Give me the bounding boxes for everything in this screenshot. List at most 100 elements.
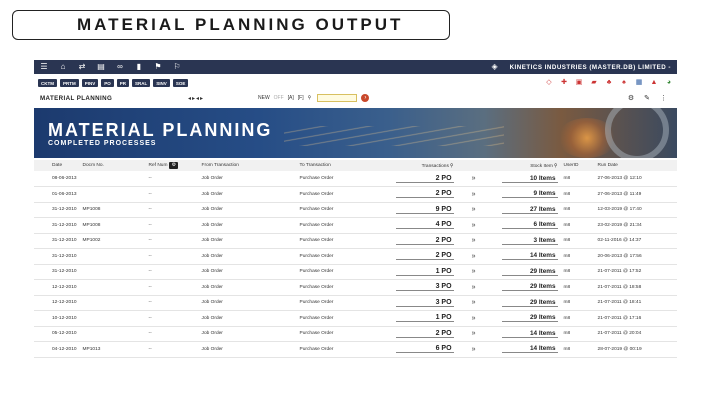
- double-chevron-icon[interactable]: »: [472, 206, 476, 213]
- double-chevron-icon[interactable]: »: [472, 222, 476, 229]
- map-icon[interactable]: ▤: [97, 63, 105, 71]
- cell-stock[interactable]: 29 Items: [501, 283, 558, 292]
- module-button-sral[interactable]: SRAL: [132, 79, 151, 87]
- cell-docm[interactable]: [80, 280, 146, 296]
- first-icon[interactable]: ◂: [196, 95, 199, 102]
- cell-stock[interactable]: 6 Items: [501, 221, 558, 230]
- double-chevron-icon[interactable]: »: [472, 299, 476, 306]
- cell-docm[interactable]: MP1008: [80, 202, 146, 218]
- double-chevron-icon[interactable]: »: [472, 330, 476, 337]
- home-icon[interactable]: ⌂: [59, 63, 67, 71]
- module-button-po[interactable]: PO: [101, 79, 114, 87]
- cell-transactions[interactable]: 1 PO: [395, 268, 454, 276]
- more-icon[interactable]: ⋮: [660, 94, 667, 102]
- filter-off[interactable]: OFF: [274, 95, 284, 101]
- table-row[interactable]: 12-12-2010 -- Job Order Purchase Order 3 PO »…: [34, 280, 677, 296]
- grid-icon[interactable]: ▦: [635, 79, 643, 87]
- cell-docm[interactable]: [80, 249, 146, 265]
- cell-docm[interactable]: [80, 295, 146, 311]
- col-ref[interactable]: Ref Num ⚙: [146, 160, 199, 171]
- search-icon[interactable]: ⚲: [308, 95, 312, 101]
- double-chevron-icon[interactable]: »: [472, 284, 476, 291]
- module-button-cktm[interactable]: CKTM: [38, 79, 57, 87]
- cell-docm[interactable]: [80, 171, 146, 187]
- cell-docm[interactable]: [80, 326, 146, 342]
- cell-stock[interactable]: 29 Items: [501, 299, 558, 307]
- col-run[interactable]: Run Date: [595, 160, 677, 171]
- cell-transactions[interactable]: 3 PO: [395, 283, 454, 292]
- cart-icon[interactable]: ✚: [560, 79, 568, 87]
- search-icon[interactable]: ⚲: [450, 163, 454, 169]
- company-name[interactable]: KINETICS INDUSTRIES (MASTER.DB) LIMITED …: [510, 64, 671, 71]
- cell-docm[interactable]: MP1008: [80, 218, 146, 234]
- go-button[interactable]: ›: [361, 94, 370, 102]
- diamond-icon[interactable]: ◇: [545, 79, 553, 87]
- cell-docm[interactable]: [80, 264, 146, 280]
- menu-icon[interactable]: ☰: [40, 63, 48, 71]
- swap-icon[interactable]: ⇄: [78, 63, 86, 71]
- double-chevron-icon[interactable]: »: [472, 237, 476, 244]
- double-chevron-icon[interactable]: »: [472, 315, 476, 322]
- cell-stock[interactable]: 3 Items: [501, 237, 558, 245]
- cell-stock[interactable]: 14 Items: [501, 330, 558, 338]
- double-chevron-icon[interactable]: »: [472, 253, 476, 260]
- filter-all[interactable]: [A]: [288, 95, 294, 101]
- col-from[interactable]: From Transaction: [199, 160, 297, 171]
- col-user[interactable]: UserID: [561, 160, 595, 171]
- cell-transactions[interactable]: 1 PO: [395, 314, 454, 323]
- pie-icon[interactable]: ◕: [665, 79, 673, 87]
- col-date[interactable]: Date: [34, 160, 80, 171]
- table-row[interactable]: 01-06-2013 -- Job Order Purchase Order 2 PO »…: [34, 187, 677, 203]
- search-icon[interactable]: ⚲: [554, 163, 558, 169]
- gear-icon[interactable]: ⚙: [628, 94, 634, 102]
- cell-stock[interactable]: 29 Items: [501, 268, 558, 276]
- cell-stock[interactable]: 14 Items: [501, 345, 558, 354]
- cell-stock[interactable]: 9 Items: [501, 190, 558, 199]
- cell-docm[interactable]: MP1013: [80, 342, 146, 358]
- cell-transactions[interactable]: 2 PO: [395, 330, 454, 338]
- last-icon[interactable]: ▸: [200, 95, 203, 102]
- double-chevron-icon[interactable]: »: [472, 268, 476, 275]
- col-docm[interactable]: Docm No.: [80, 160, 146, 171]
- cell-docm[interactable]: [80, 187, 146, 203]
- table-row[interactable]: 12-12-2010 -- Job Order Purchase Order 3 PO »…: [34, 295, 677, 311]
- table-row[interactable]: 04-12-2010 MP1013 -- Job Order Purchase Orde…: [34, 342, 677, 358]
- table-row[interactable]: 08-06-2013 -- Job Order Purchase Order 2 PO »…: [34, 171, 677, 187]
- chart-icon[interactable]: ▲: [650, 79, 658, 87]
- filter-first[interactable]: [F]: [298, 95, 304, 101]
- col-to[interactable]: To Transaction: [297, 160, 385, 171]
- search-input[interactable]: [317, 94, 358, 102]
- cell-transactions[interactable]: 9 PO: [395, 206, 454, 214]
- cell-transactions[interactable]: 2 PO: [395, 252, 454, 261]
- cell-docm[interactable]: MP1002: [80, 233, 146, 249]
- next-icon[interactable]: ▸: [192, 95, 195, 102]
- double-chevron-icon[interactable]: »: [472, 191, 476, 198]
- cell-stock[interactable]: 10 Items: [501, 175, 558, 183]
- cell-stock[interactable]: 29 Items: [501, 314, 558, 323]
- tag-icon[interactable]: ◈: [491, 63, 499, 71]
- double-chevron-icon[interactable]: »: [472, 346, 476, 353]
- table-row[interactable]: 31-12-2010 -- Job Order Purchase Order 2 PO »…: [34, 249, 677, 265]
- flag-outline-icon[interactable]: ⚐: [173, 63, 181, 71]
- network-icon[interactable]: ♠: [620, 79, 628, 87]
- truck-icon[interactable]: ▰: [590, 79, 598, 87]
- table-row[interactable]: 31-12-2010 -- Job Order Purchase Order 1 PO »…: [34, 264, 677, 280]
- module-button-prtm[interactable]: PRTM: [60, 79, 79, 87]
- module-button-sinv[interactable]: SINV: [153, 79, 170, 87]
- table-row[interactable]: 31-12-2010 MP1008 -- Job Order Purchase Orde…: [34, 202, 677, 218]
- cell-transactions[interactable]: 6 PO: [395, 345, 454, 354]
- cell-transactions[interactable]: 2 PO: [395, 237, 454, 245]
- cell-transactions[interactable]: 2 PO: [395, 175, 454, 183]
- cell-transactions[interactable]: 4 PO: [395, 221, 454, 230]
- module-button-soe[interactable]: SOE: [172, 79, 189, 87]
- table-row[interactable]: 31-12-2010 MP1008 -- Job Order Purchase Orde…: [34, 218, 677, 234]
- box-icon[interactable]: ▣: [575, 79, 583, 87]
- cell-transactions[interactable]: 3 PO: [395, 299, 454, 307]
- settings-toggle-icon[interactable]: ⚙: [169, 162, 179, 169]
- col-transactions[interactable]: Transactions⚲: [385, 160, 457, 171]
- edit-icon[interactable]: ✎: [644, 94, 650, 102]
- col-stock[interactable]: Stock Item⚲: [491, 160, 561, 171]
- double-chevron-icon[interactable]: »: [472, 175, 476, 182]
- cell-transactions[interactable]: 2 PO: [395, 190, 454, 199]
- link-icon[interactable]: ∞: [116, 63, 124, 71]
